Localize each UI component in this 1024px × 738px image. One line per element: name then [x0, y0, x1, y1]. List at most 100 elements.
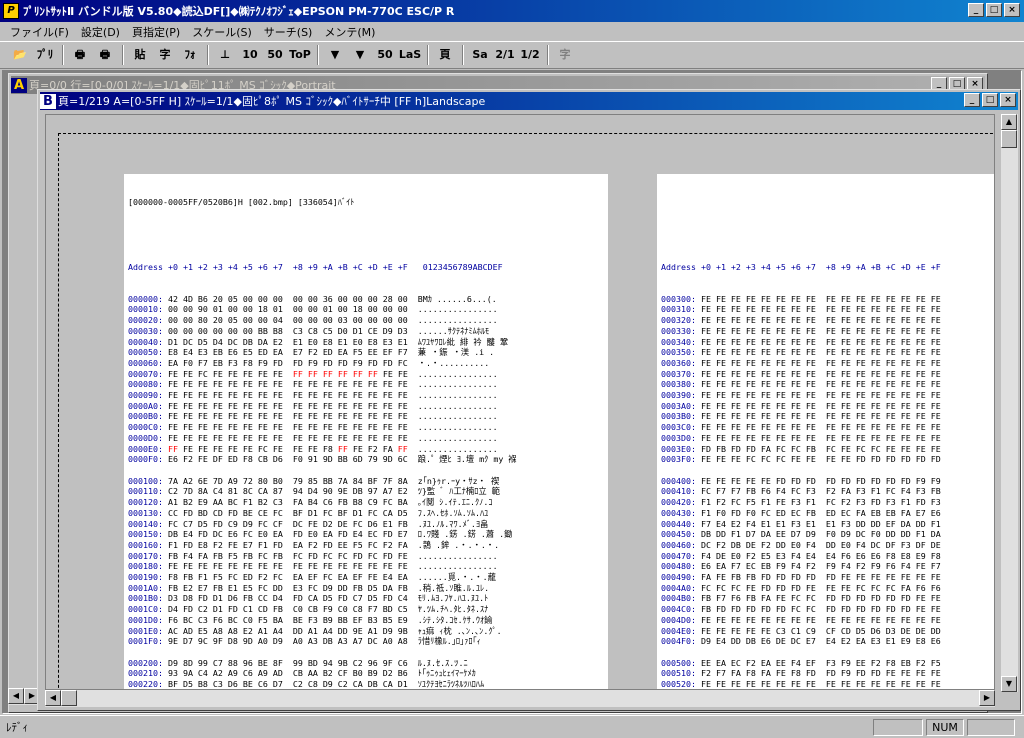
num-lock-indicator: NUM — [926, 718, 964, 736]
scroll-up-icon[interactable]: ▲ — [1001, 114, 1017, 130]
app-title: ﾌﾟﾘﾝﾄｻｯﾄⅡ バンドル版 V5.80◆読込DF[]◆㈱ﾃｸﾉｵﾌｼﾞｪ◆E… — [23, 5, 455, 18]
hex-row: 000060: EA F0 F7 EB F3 F8 F9 FD FD F9 FD… — [128, 357, 490, 368]
open-folder-icon[interactable]: 📂 — [8, 44, 32, 67]
hex-row: 0003B0: FE FE FE FE FE FE FE FE FE FE FE… — [661, 411, 941, 422]
arrow-up-icon[interactable]: ⊥ — [213, 44, 237, 67]
hex-row: 0004F0: D9 E4 DD DB E6 DE DC E7 E4 E2 EA… — [661, 636, 941, 647]
arrow-down-50-icon[interactable]: 50 — [373, 44, 397, 67]
scroll-left-icon[interactable]: ◀ — [45, 690, 61, 706]
hex-row: 0000E0: FF FE FE FE FE FE FC FE FE FE F8… — [128, 443, 498, 454]
hex-row: 000220: BF D5 B8 C3 D6 BE C6 D7 C2 C8 D9… — [128, 679, 485, 690]
print-setup-icon[interactable]: 🖶 — [93, 44, 117, 67]
hex-row: 0003A0: FE FE FE FE FE FE FE FE FE FE FE… — [661, 400, 941, 411]
scale-2-1-icon[interactable]: 2/1 — [493, 44, 517, 67]
minimize-button[interactable]: _ — [968, 3, 984, 17]
hex-row: 0003C0: FE FE FE FE FE FE FE FE FE FE FE… — [661, 422, 941, 433]
scroll-left-icon[interactable]: ◀ — [8, 688, 24, 704]
hex-row: 000210: 93 9A C4 A2 A9 C6 A9 AD CB AA B2… — [128, 668, 476, 679]
menu-scale[interactable]: スケール(S) — [186, 24, 258, 40]
hex-row: 0000B0: FE FE FE FE FE FE FE FE FE FE FE… — [128, 411, 498, 422]
hex-row: 000470: F4 DE E0 F2 E5 E3 F4 E4 E4 F6 E6… — [661, 550, 941, 561]
column-header: Address +0 +1 +2 +3 +4 +5 +6 +7 +8 +9 +A… — [661, 261, 941, 272]
scroll-thumb[interactable] — [61, 690, 77, 706]
page-icon[interactable]: 頁 — [433, 44, 457, 67]
select-icon[interactable]: Sa — [468, 44, 492, 67]
hex-row: 0001E0: AC AD E5 A8 A8 E2 A1 A4 DD A1 A4… — [128, 625, 502, 636]
hex-row — [661, 465, 994, 476]
paste-icon[interactable]: 貼 — [128, 44, 152, 67]
arrow-up-50-icon[interactable]: 50 — [263, 44, 287, 67]
hex-row: 000140: FC C7 D5 FD C9 D9 FC CF DC FE D2… — [128, 518, 489, 529]
scroll-thumb[interactable] — [1001, 130, 1017, 148]
window-a-hscroll[interactable]: ◀ ▶ — [8, 688, 40, 705]
hex-row: 000440: F7 E4 E2 F4 E1 E1 F3 E1 E1 F3 DD… — [661, 518, 941, 529]
menu-search[interactable]: サーチ(S) — [258, 24, 319, 40]
arrow-last-icon[interactable]: LaS — [398, 44, 422, 67]
hex-row: 000050: E8 E4 E3 EB E6 E5 ED EA E7 F2 ED… — [128, 347, 500, 358]
hex-row: 000480: E6 EA F7 EC EB F9 F4 F2 F9 F4 F2… — [661, 561, 941, 572]
char-icon[interactable]: 字 — [153, 44, 177, 67]
window-b-close-button[interactable]: × — [1000, 93, 1016, 107]
hex-row: 000180: FE FE FE FE FE FE FE FE FE FE FE… — [128, 561, 498, 572]
arrow-top-icon[interactable]: ToP — [288, 44, 312, 67]
hex-row: 000360: FE FE FE FE FE FE FE FE FE FE FE… — [661, 357, 941, 368]
menu-page[interactable]: 頁指定(P) — [126, 24, 186, 40]
hex-row: 0004D0: FE FE FE FE FE FE FE FE FE FE FE… — [661, 614, 941, 625]
window-b-titlebar[interactable]: B 頁=1/219 A=[0-5FF H] ｽｹｰﾙ=1/1◆固ﾋﾟ8ﾎﾟ MS… — [40, 92, 1018, 110]
print-icon[interactable]: 🖶 — [68, 44, 92, 67]
hex-row: 000430: F1 F0 FD F0 FC ED EC FB ED EC FA… — [661, 507, 941, 518]
hex-row: 0001F0: 9E D7 9C 9F D8 9D A0 D9 A0 A3 DB… — [128, 636, 481, 647]
horizontal-scrollbar[interactable]: ◀ ▶ — [45, 690, 995, 707]
window-b-maximize-button[interactable]: □ — [982, 93, 998, 107]
status-panel — [967, 718, 1015, 736]
hex-row: 000110: C2 7D 8A C4 81 8C CA 87 94 D4 90… — [128, 486, 500, 497]
app-icon: P — [3, 3, 19, 19]
hex-row — [128, 647, 604, 658]
hex-row: 000490: FA FE FB FB FD FD FD FD FD FE FE… — [661, 572, 941, 583]
app-titlebar: P ﾌﾟﾘﾝﾄｻｯﾄⅡ バンドル版 V5.80◆読込DF[]◆㈱ﾃｸﾉｵﾌｼﾞｪ… — [0, 0, 1024, 22]
scroll-right-icon[interactable]: ▶ — [979, 690, 995, 706]
hex-row: 000410: FC F7 F7 FB F6 F4 FC F3 F2 FA F3… — [661, 486, 941, 497]
hex-row: 000160: F1 FD E8 F2 FE E7 F1 FD EA F2 FD… — [128, 539, 500, 550]
print-preview-canvas: [000000-0005FF/0520B6]H [002.bmp] [33605… — [45, 114, 995, 690]
arrow-up-10-icon[interactable]: 10 — [238, 44, 262, 67]
toolbar-separator — [62, 45, 64, 65]
hex-row: 000020: 00 00 80 20 05 00 00 04 00 00 00… — [128, 315, 498, 326]
vertical-scrollbar[interactable]: ▲ ▼ — [1001, 114, 1018, 692]
window-b-title: 頁=1/219 A=[0-5FF H] ｽｹｰﾙ=1/1◆固ﾋﾟ8ﾎﾟ MS ｺ… — [58, 95, 486, 108]
toolbar-separator — [427, 45, 429, 65]
maximize-button[interactable]: □ — [986, 3, 1002, 17]
hex-row: 0000C0: FE FE FE FE FE FE FE FE FE FE FE… — [128, 422, 498, 433]
status-text: ﾚﾃﾞｨ — [6, 721, 28, 734]
hex-row: 000300: FE FE FE FE FE FE FE FE FE FE FE… — [661, 293, 941, 304]
toolbar-separator — [462, 45, 464, 65]
menu-maintenance[interactable]: メンテ(M) — [318, 24, 381, 40]
close-button[interactable]: × — [1004, 3, 1020, 17]
hex-row: 000200: D9 8D 99 C7 88 96 BE 8F 99 BD 94… — [128, 657, 468, 668]
hex-row: 000040: D1 DC D5 D4 DC DB DA E2 E1 E0 E8… — [128, 336, 509, 347]
menu-settings[interactable]: 設定(D) — [75, 24, 126, 40]
hex-row: 000330: FE FE FE FE FE FE FE FE FE FE FE… — [661, 325, 941, 336]
hex-row: 000340: FE FE FE FE FE FE FE FE FE FE FE… — [661, 336, 941, 347]
status-panel — [873, 718, 923, 736]
hex-row: 000500: EE EA EC F2 EA EE F4 EF F3 F9 EE… — [661, 657, 941, 668]
arrow-down-icon[interactable]: ▼ — [323, 44, 347, 67]
font-icon[interactable]: ﾌｫ — [178, 44, 202, 67]
hex-rows: 000000: 42 4D B6 20 05 00 00 00 00 00 36… — [128, 294, 604, 690]
arrow-down-10-icon[interactable]: ▼ — [348, 44, 372, 67]
hex-row: 0001A0: FB E2 E7 FB E1 E5 FC DD E3 FC D9… — [128, 582, 490, 593]
hex-row: 000380: FE FE FE FE FE FE FE FE FE FE FE… — [661, 379, 941, 390]
hex-row: 0003E0: FD FB FD FD FA FC FC FB FC FE FC… — [661, 443, 941, 454]
print-preview-icon[interactable]: ﾌﾟﾘ — [33, 44, 57, 67]
window-b[interactable]: B 頁=1/219 A=[0-5FF H] ｽｹｰﾙ=1/1◆固ﾋﾟ8ﾎﾟ MS… — [37, 89, 1021, 711]
scale-1-2-icon[interactable]: 1/2 — [518, 44, 542, 67]
hex-row: 0000D0: FE FE FE FE FE FE FE FE FE FE FE… — [128, 432, 498, 443]
hex-row: 000190: F8 FB F1 F5 FC ED F2 FC EA EF FC… — [128, 572, 496, 583]
menu-file[interactable]: ファイル(F) — [4, 24, 75, 40]
hex-row: 000420: F1 F2 FC F5 F1 FE F3 F1 FC F2 F3… — [661, 497, 941, 508]
scroll-down-icon[interactable]: ▼ — [1001, 676, 1017, 692]
window-b-minimize-button[interactable]: _ — [964, 93, 980, 107]
hex-row: 000080: FE FE FE FE FE FE FE FE FE FE FE… — [128, 379, 498, 390]
hex-row: 0001D0: F6 BC C3 F6 BC C0 F5 BA BE F3 B9… — [128, 614, 493, 625]
hex-row: 0001B0: D3 D8 FD D1 D6 FB CC D4 FD CA D5… — [128, 593, 489, 604]
